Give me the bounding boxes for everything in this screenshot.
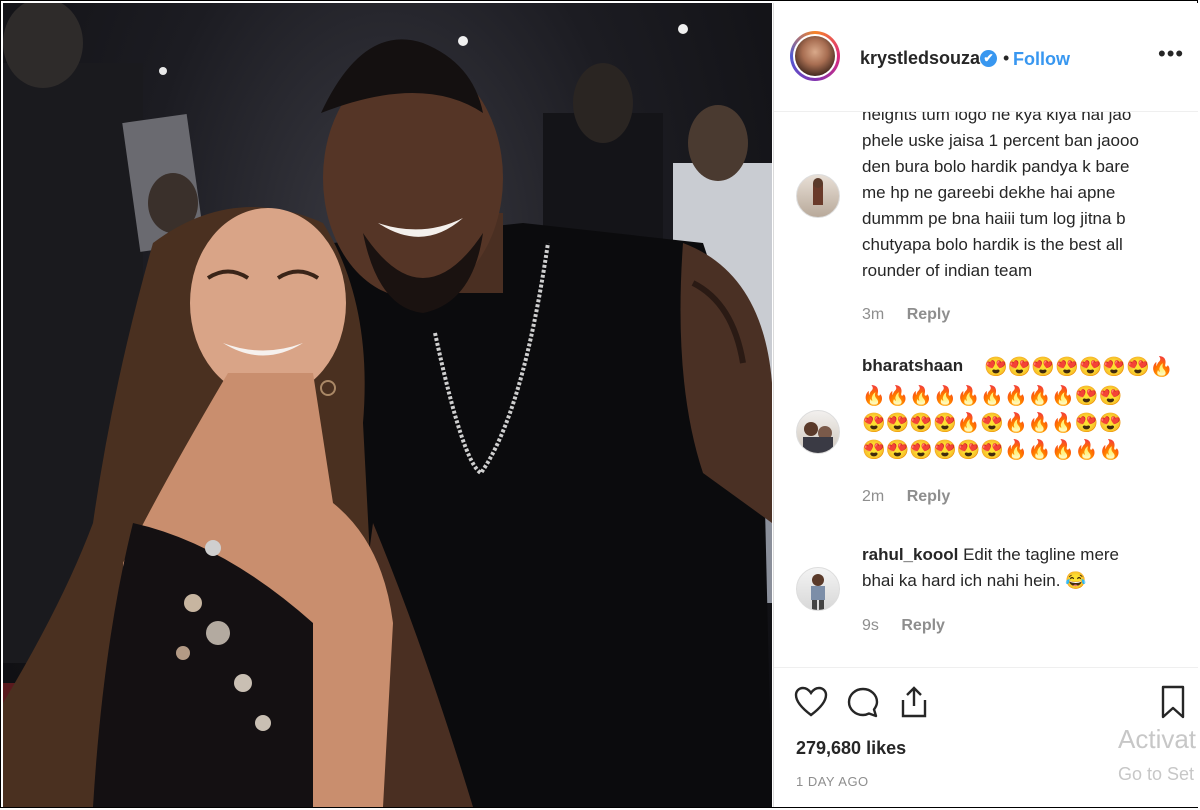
- reply-button[interactable]: Reply: [901, 617, 945, 634]
- comment-avatar-image: [813, 178, 823, 205]
- comment-avatar[interactable]: [796, 174, 840, 218]
- comment-time: 9s: [862, 617, 879, 634]
- comment-icon[interactable]: [846, 686, 880, 720]
- post-header: krystledsouza ✔ • Follow •••: [774, 3, 1198, 112]
- verified-badge-icon: ✔: [980, 50, 997, 67]
- username[interactable]: krystledsouza: [860, 48, 980, 69]
- activation-watermark-subtitle: Go to Set: [1118, 764, 1195, 784]
- comment-meta: 9s Reply: [862, 617, 945, 635]
- follow-button[interactable]: Follow: [1013, 49, 1070, 70]
- bookmark-icon[interactable]: [1160, 684, 1186, 720]
- post-photo[interactable]: [3, 3, 772, 807]
- comments-list[interactable]: heights tum logo ne kya kiya hai jao phe…: [774, 112, 1198, 667]
- comment-meta: 2m Reply: [862, 488, 950, 506]
- separator-dot: •: [1003, 48, 1010, 68]
- comment-avatar-image: [811, 574, 825, 610]
- likes-count[interactable]: 279,680 likes: [796, 738, 906, 759]
- avatar-image: [795, 36, 835, 76]
- reply-button[interactable]: Reply: [907, 306, 951, 323]
- activation-watermark-title: Activat: [1118, 724, 1197, 754]
- comment-username[interactable]: rahul_koool: [862, 545, 958, 564]
- share-icon[interactable]: [898, 684, 930, 720]
- post-date: 1 DAY AGO: [796, 774, 869, 789]
- reply-button[interactable]: Reply: [907, 488, 951, 505]
- comment-username[interactable]: bharatshaan: [862, 356, 963, 375]
- comment-emoji-line: 😍😍😍😍🔥😍🔥🔥🔥😍😍: [862, 413, 1123, 434]
- comment-avatar-image: [803, 422, 833, 453]
- avatar[interactable]: [790, 31, 840, 81]
- comment-text: heights tum logo ne kya kiya hai jao phe…: [862, 112, 1182, 284]
- comment-line: chutyapa bolo hardik is the best all: [862, 235, 1123, 254]
- comment-avatar[interactable]: [796, 567, 840, 611]
- comment-line: phele uske jaisa 1 percent ban jaooo: [862, 131, 1139, 150]
- comment-meta: 3m Reply: [862, 306, 950, 324]
- more-options-icon[interactable]: •••: [1158, 41, 1184, 67]
- comment-emoji-line: 😍😍😍😍😍😍😍🔥: [984, 357, 1174, 378]
- heart-icon[interactable]: [794, 686, 828, 718]
- post-side-panel: krystledsouza ✔ • Follow ••• heights tum…: [773, 3, 1198, 807]
- post-actions: 279,680 likes 1 DAY AGO Activat Go to Se…: [774, 667, 1198, 808]
- comment-line: rounder of indian team: [862, 261, 1033, 280]
- comment-line: dummm pe bna haiii tum log jitna b: [862, 209, 1126, 228]
- comment-line: Edit the tagline mere: [963, 545, 1120, 564]
- comment-line: heights tum logo ne kya kiya hai jao: [862, 112, 1132, 124]
- comment-body: bharatshaan: [862, 356, 963, 376]
- photo-illustration: [3, 3, 772, 807]
- comment-time: 3m: [862, 306, 885, 323]
- comment-line: me hp ne gareebi dekhe hai apne: [862, 183, 1116, 202]
- comment-emoji-line: 😍😍😍😍😍😍🔥🔥🔥🔥🔥: [862, 440, 1123, 461]
- comment-emoji-line: 🔥🔥🔥🔥🔥🔥🔥🔥🔥😍😍: [862, 386, 1123, 407]
- comment-text: rahul_koool Edit the tagline mere bhai k…: [862, 542, 1182, 594]
- comment-line: den bura bolo hardik pandya k bare: [862, 157, 1130, 176]
- avatar-border: [793, 34, 837, 78]
- comment-avatar[interactable]: [796, 410, 840, 454]
- comment-time: 2m: [862, 488, 885, 505]
- comment-line: bhai ka hard ich nahi hein. 😂: [862, 571, 1087, 590]
